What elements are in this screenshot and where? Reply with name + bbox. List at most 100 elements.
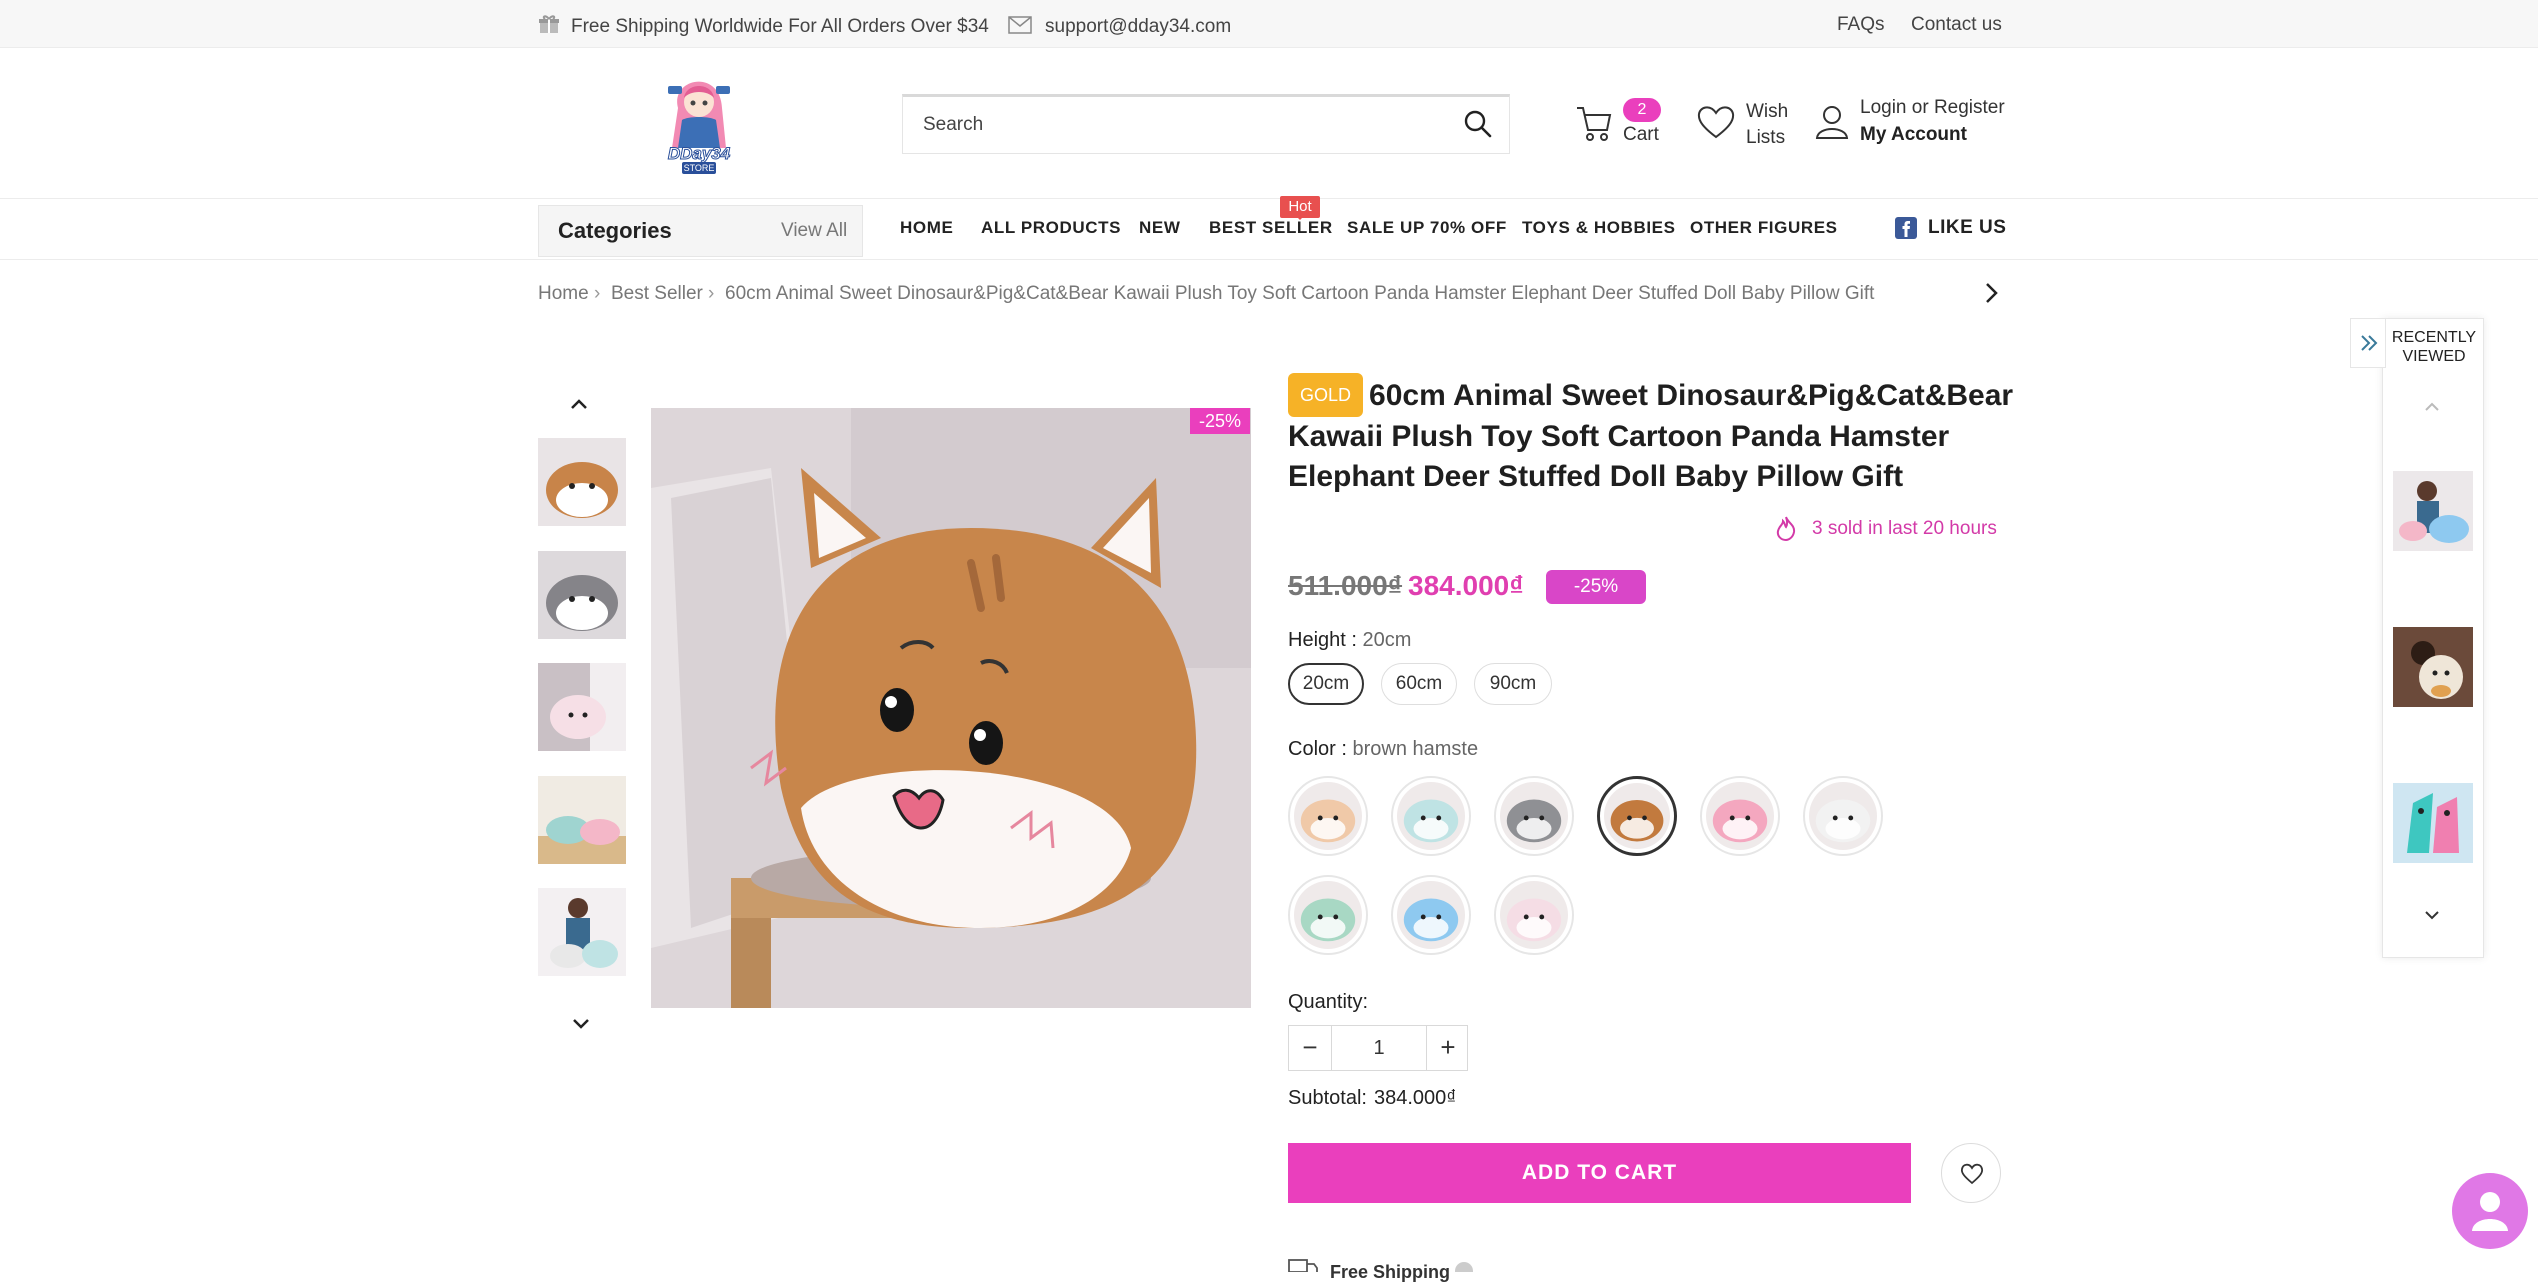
next-product-arrow-icon[interactable] <box>1984 282 1998 304</box>
product-title: GOLD 60cm Animal Sweet Dinosaur&Pig&Cat&B… <box>1288 373 2028 497</box>
add-to-cart-button[interactable]: ADD TO CART <box>1288 1143 1911 1203</box>
swatch-image <box>1706 782 1774 850</box>
contact-link[interactable]: Contact us <box>1911 14 2002 36</box>
breadcrumb-current: 60cm Animal Sweet Dinosaur&Pig&Cat&Bear … <box>725 283 1875 304</box>
swatch-image <box>1294 881 1362 949</box>
subtotal-value: 384.000₫ <box>1374 1087 1457 1109</box>
color-swatch-gray-hamster[interactable] <box>1494 776 1574 856</box>
color-swatch-blue-bear[interactable] <box>1391 875 1471 955</box>
nav-sale[interactable]: SALE UP 70% OFF <box>1347 218 1507 238</box>
double-chevron-right-icon <box>2361 335 2378 351</box>
heart-icon[interactable] <box>1696 104 1736 140</box>
thumbnail-3[interactable] <box>538 663 626 751</box>
color-swatch-white-cat[interactable] <box>1494 875 1574 955</box>
logo-subtext: STORE <box>682 162 716 174</box>
original-price: 511.000₫ <box>1288 570 1403 601</box>
user-icon[interactable] <box>1815 104 1849 140</box>
search-input[interactable] <box>903 97 1443 153</box>
thumbs-up-arrow-icon[interactable] <box>570 398 588 410</box>
color-swatch-dinosaur[interactable] <box>1288 875 1368 955</box>
swatch-image <box>1294 782 1362 850</box>
thumbs-down-arrow-icon[interactable] <box>572 1018 590 1030</box>
recent-item-2[interactable] <box>2393 627 2473 707</box>
categories-label: Categories <box>558 218 672 243</box>
logo-text: DDay34 <box>667 144 731 164</box>
product-main-image[interactable] <box>651 408 1251 1008</box>
subtotal-label: Subtotal: <box>1288 1087 1367 1109</box>
cart-icon[interactable] <box>1575 104 1613 144</box>
swatch-image <box>1397 881 1465 949</box>
product-title-text: 60cm Animal Sweet Dinosaur&Pig&Cat&Bear … <box>1288 379 2014 493</box>
cart-label[interactable]: Cart <box>1623 124 1659 146</box>
color-swatch-elephant[interactable] <box>1391 776 1471 856</box>
thumbnail-1[interactable] <box>538 438 626 526</box>
size-option-90cm[interactable]: 90cm <box>1474 663 1552 705</box>
my-account-link[interactable]: My Account <box>1860 124 1967 146</box>
quantity-decrease-button[interactable]: − <box>1289 1026 1331 1070</box>
quantity-increase-button[interactable]: + <box>1427 1026 1469 1070</box>
flame-icon <box>1775 515 1797 541</box>
breadcrumb-separator-icon: › <box>594 283 601 304</box>
recently-viewed-toggle[interactable] <box>2350 318 2386 368</box>
color-label: Color : brown hamste <box>1288 738 1478 761</box>
faqs-link[interactable]: FAQs <box>1837 14 1885 36</box>
gift-icon <box>538 14 560 34</box>
add-to-wishlist-button[interactable] <box>1941 1143 2001 1203</box>
nav-best-seller[interactable]: BEST SELLER <box>1209 218 1333 238</box>
height-value: 20cm <box>1362 629 1412 651</box>
nav-divider-bottom <box>0 259 2538 260</box>
gold-badge: GOLD <box>1288 373 1364 417</box>
price-discount-badge: -25% <box>1546 570 1646 604</box>
nav-other-figures[interactable]: OTHER FIGURES <box>1690 218 1838 238</box>
breadcrumb-home[interactable]: Home <box>538 283 589 305</box>
store-logo[interactable]: DDay34 STORE <box>660 68 738 176</box>
nav-toys-hobbies[interactable]: TOYS & HOBBIES <box>1522 218 1676 238</box>
free-shipping-notice: Free Shipping Worldwide For All Orders O… <box>571 16 989 37</box>
wishlist-link[interactable]: Wish Lists <box>1746 99 1788 151</box>
view-all-link[interactable]: View All <box>781 220 847 242</box>
quantity-input[interactable] <box>1331 1026 1427 1070</box>
free-shipping-label: Free Shipping <box>1330 1262 1451 1282</box>
wishlist-label-1: Wish <box>1746 101 1789 122</box>
mail-icon <box>1008 16 1032 34</box>
recent-item-1[interactable] <box>2393 471 2473 551</box>
color-value: brown hamste <box>1352 738 1479 760</box>
quantity-stepper: − + <box>1288 1025 1468 1071</box>
size-option-60cm[interactable]: 60cm <box>1381 663 1457 705</box>
color-swatch-brown-hamster[interactable] <box>1597 776 1677 856</box>
thumbnail-2[interactable] <box>538 551 626 639</box>
breadcrumb-best-seller[interactable]: Best Seller <box>611 283 703 305</box>
heart-outline-icon <box>1960 1163 1984 1185</box>
categories-menu[interactable]: Categories View All <box>538 205 863 257</box>
thumbnail-5[interactable] <box>538 888 626 976</box>
cart-count-badge: 2 <box>1623 98 1661 122</box>
search-icon[interactable] <box>1463 109 1493 139</box>
recently-viewed-title-1: RECENTLY <box>2391 329 2477 346</box>
sale-price: 384.000₫ <box>1408 570 1524 601</box>
color-label-text: Color : <box>1288 738 1347 760</box>
recent-down-arrow-icon[interactable] <box>2424 910 2440 920</box>
login-register-link[interactable]: Login or Register <box>1860 97 2005 119</box>
swatch-image <box>1397 782 1465 850</box>
nav-home[interactable]: HOME <box>900 218 953 238</box>
nav-all-products[interactable]: ALL PRODUCTS <box>981 218 1121 238</box>
facebook-icon[interactable] <box>1895 217 1917 239</box>
like-us-link[interactable]: LIKE US <box>1928 217 2006 239</box>
swatch-image <box>1500 782 1568 850</box>
sold-recently-text: 3 sold in last 20 hours <box>1812 518 1997 539</box>
hot-badge: Hot <box>1280 196 1320 220</box>
top-bar <box>0 0 2538 48</box>
size-option-20cm[interactable]: 20cm <box>1288 663 1364 705</box>
recent-up-arrow-icon[interactable] <box>2424 402 2440 412</box>
color-swatch-cat[interactable] <box>1288 776 1368 856</box>
info-icon[interactable] <box>1455 1262 1473 1272</box>
recent-item-3[interactable] <box>2393 783 2473 863</box>
chat-support-button[interactable] <box>2452 1173 2528 1249</box>
swatch-image <box>1500 881 1568 949</box>
nav-new[interactable]: NEW <box>1139 218 1180 238</box>
color-swatch-pig[interactable] <box>1700 776 1780 856</box>
color-swatch-panda[interactable] <box>1803 776 1883 856</box>
thumbnail-4[interactable] <box>538 776 626 864</box>
chat-user-icon <box>2472 1192 2508 1231</box>
support-email-link[interactable]: support@dday34.com <box>1045 16 1231 38</box>
